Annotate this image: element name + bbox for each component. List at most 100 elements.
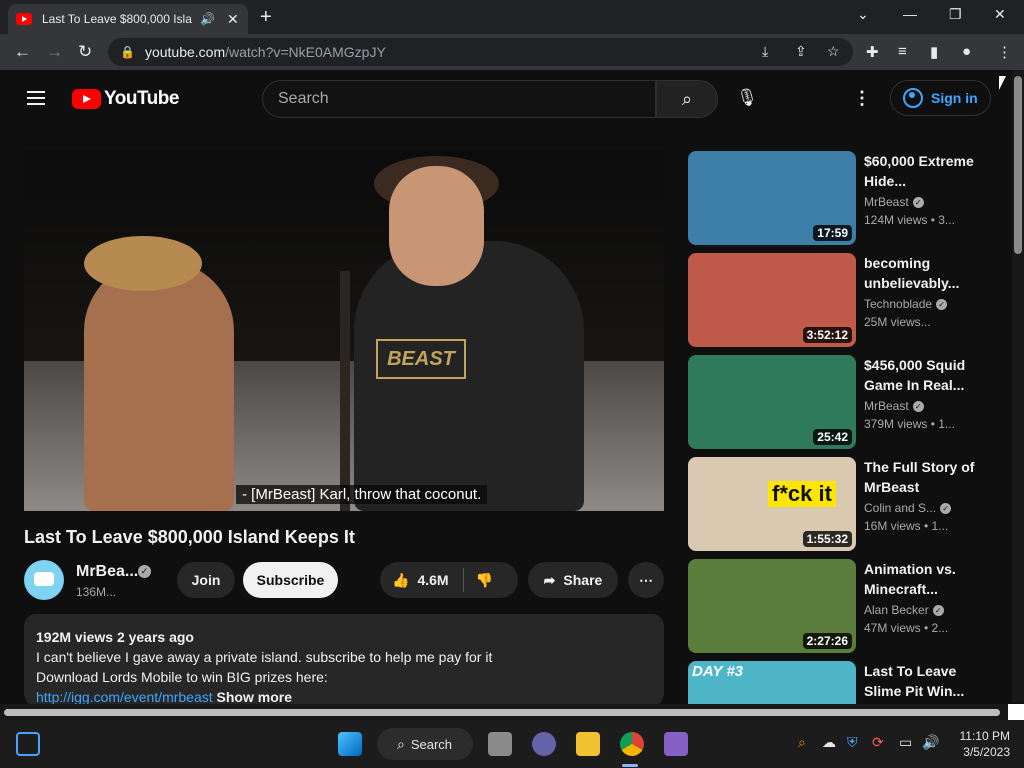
recommendation-item[interactable]: 2:27:26 Animation vs. Minecraft... Alan Be… bbox=[688, 559, 988, 653]
verified-badge-icon: ✓ bbox=[138, 565, 151, 578]
description-box[interactable]: 192M views 2 years ago I can't believe I… bbox=[24, 614, 664, 706]
file-explorer-icon[interactable] bbox=[576, 732, 600, 756]
reload-icon[interactable]: ↻ bbox=[78, 42, 92, 62]
cloud-tray-icon[interactable]: ☁ bbox=[822, 734, 836, 751]
sign-in-button[interactable]: Sign in bbox=[890, 80, 991, 116]
windows-taskbar: ⌕ Search ⌕ ☁ ⛨ ⟳ ▭ 🔊 11:10 PM 3/5/2023 bbox=[0, 720, 1024, 768]
visual-studio-icon[interactable] bbox=[664, 732, 688, 756]
verified-badge-icon: ✓ bbox=[940, 503, 952, 515]
browser-menu-icon[interactable]: ⋮ bbox=[997, 43, 1012, 61]
search-tray-icon[interactable]: ⌕ bbox=[798, 734, 806, 751]
sync-tray-icon[interactable]: ⟳ bbox=[872, 734, 884, 751]
recommendation-channel[interactable]: Alan Becker ✓ bbox=[864, 603, 944, 617]
horizontal-scrollbar-thumb[interactable] bbox=[4, 709, 1000, 716]
recommendation-item[interactable]: 3:52:12 becoming unbelievably... Technobla… bbox=[688, 253, 988, 347]
windows-start-icon[interactable] bbox=[338, 732, 362, 756]
subscribe-button[interactable]: Subscribe bbox=[243, 562, 338, 598]
video-title: Last To Leave $800,000 Island Keeps It bbox=[24, 527, 355, 547]
close-tab-icon[interactable]: ✕ bbox=[227, 11, 239, 28]
clock-date: 3/5/2023 bbox=[963, 745, 1010, 759]
speaker-icon[interactable]: 🔊 bbox=[200, 12, 215, 26]
recommendation-title[interactable]: Last To Leave Slime Pit Win... bbox=[864, 661, 984, 701]
vertical-scrollbar-thumb[interactable] bbox=[1014, 76, 1022, 254]
maximize-icon[interactable]: ❐ bbox=[949, 6, 962, 23]
recommendation-channel[interactable]: Colin and S... ✓ bbox=[864, 501, 952, 515]
install-app-icon[interactable]: ⤓ bbox=[762, 43, 768, 60]
extensions-icon[interactable]: ✚ bbox=[866, 43, 879, 61]
recommendation-item[interactable]: 25:42 $456,000 Squid Game In Real... MrBea… bbox=[688, 355, 988, 449]
recommendation-title[interactable]: The Full Story of MrBeast bbox=[864, 457, 984, 497]
tab-search-chevron-icon[interactable]: ⌄ bbox=[857, 6, 869, 23]
display-tray-icon[interactable]: ▭ bbox=[899, 734, 912, 751]
address-bar[interactable]: 🔒 youtube.com /watch?v=NkE0AMGzpJY bbox=[108, 38, 853, 66]
recommendation-item[interactable]: 17:59 $60,000 Extreme Hide... MrBeast ✓ 124M… bbox=[688, 151, 988, 245]
share-page-icon[interactable]: ⇪ bbox=[795, 43, 807, 60]
account-icon bbox=[903, 88, 923, 108]
voice-search-button[interactable]: 🎙 bbox=[729, 80, 765, 116]
media-control-icon[interactable]: ≡ bbox=[898, 43, 907, 60]
recommendation-item[interactable]: f*ck it 1:55:32 The Full Story of MrBeast C… bbox=[688, 457, 988, 551]
new-tab-icon[interactable]: + bbox=[260, 6, 272, 29]
show-more-button[interactable]: Show more bbox=[217, 689, 292, 705]
recommendation-views: 379M views • 1... bbox=[864, 417, 955, 431]
video-frame-torch bbox=[340, 271, 350, 511]
chrome-active-indicator bbox=[622, 764, 638, 767]
teams-chat-icon[interactable] bbox=[532, 732, 556, 756]
recommendation-title[interactable]: Animation vs. Minecraft... bbox=[864, 559, 984, 599]
youtube-header: YouTube Search ⌕ 🎙 ⋮ Sign in bbox=[0, 70, 1012, 126]
horizontal-scrollbar[interactable] bbox=[0, 704, 1024, 720]
recommendation-channel[interactable]: Technoblade ✓ bbox=[864, 297, 948, 311]
close-window-icon[interactable]: ✕ bbox=[994, 6, 1006, 23]
youtube-logo[interactable]: YouTube bbox=[72, 88, 179, 110]
recommendation-title[interactable]: $60,000 Extreme Hide... bbox=[864, 151, 984, 191]
join-button[interactable]: Join bbox=[177, 562, 235, 598]
vertical-scrollbar[interactable] bbox=[1012, 70, 1024, 702]
lock-icon[interactable]: 🔒 bbox=[120, 45, 135, 59]
chrome-icon[interactable] bbox=[620, 732, 644, 756]
channel-name[interactable]: MrBea... bbox=[76, 563, 138, 581]
search-input[interactable]: Search bbox=[262, 80, 656, 118]
video-player[interactable]: BEAST - [MrBeast] Karl, throw that cocon… bbox=[24, 151, 664, 511]
hamburger-menu-icon[interactable] bbox=[27, 91, 45, 105]
recommendation-thumbnail[interactable]: 3:52:12 bbox=[688, 253, 856, 347]
microphone-icon: 🎙 bbox=[736, 88, 758, 107]
search-button[interactable]: ⌕ bbox=[656, 80, 718, 118]
recommendation-thumbnail[interactable]: 25:42 bbox=[688, 355, 856, 449]
back-icon[interactable]: ← bbox=[14, 42, 31, 62]
recommendation-views: 47M views • 2... bbox=[864, 621, 949, 635]
scrollbar-corner bbox=[1008, 704, 1024, 720]
bookmark-star-icon[interactable]: ☆ bbox=[827, 43, 840, 60]
like-count[interactable]: 4.6M bbox=[417, 572, 448, 588]
video-duration-badge: 17:59 bbox=[813, 225, 852, 241]
thumbnail-overlay-text: DAY #3 bbox=[692, 663, 744, 680]
taskbar-clock[interactable]: 11:10 PM 3/5/2023 bbox=[950, 728, 1010, 760]
settings-kebab-icon[interactable]: ⋮ bbox=[853, 88, 871, 109]
recommendation-thumbnail[interactable]: 2:27:26 bbox=[688, 559, 856, 653]
taskbar-search[interactable]: ⌕ Search bbox=[377, 728, 473, 760]
recommendation-title[interactable]: becoming unbelievably... bbox=[864, 253, 984, 293]
recommendation-channel[interactable]: MrBeast ✓ bbox=[864, 195, 924, 209]
more-horizontal-icon: ⋯ bbox=[639, 571, 653, 588]
volume-tray-icon[interactable]: 🔊 bbox=[922, 734, 939, 751]
dislike-icon[interactable]: 👎 bbox=[476, 572, 493, 589]
recommendation-title[interactable]: $456,000 Squid Game In Real... bbox=[864, 355, 984, 395]
profile-icon[interactable]: ● bbox=[962, 43, 971, 60]
recommendation-views: 124M views • 3... bbox=[864, 213, 955, 227]
browser-tab[interactable]: Last To Leave $800,000 Island Keeps It 🔊… bbox=[8, 4, 248, 34]
more-actions-button[interactable]: ⋯ bbox=[628, 562, 664, 598]
description-link[interactable]: http://igg.com/event/mrbeast bbox=[36, 689, 213, 705]
recommendation-thumbnail[interactable]: f*ck it 1:55:32 bbox=[688, 457, 856, 551]
widgets-icon[interactable] bbox=[16, 732, 40, 756]
task-view-icon[interactable] bbox=[488, 732, 512, 756]
share-button[interactable]: ➦ Share bbox=[528, 562, 618, 598]
minimize-icon[interactable]: — bbox=[903, 6, 917, 22]
like-icon[interactable]: 👍 bbox=[392, 572, 409, 589]
recommendation-thumbnail[interactable]: 17:59 bbox=[688, 151, 856, 245]
side-panel-icon[interactable]: ▮ bbox=[930, 43, 938, 61]
forward-icon[interactable]: → bbox=[46, 42, 63, 62]
security-tray-icon[interactable]: ⛨ bbox=[847, 734, 858, 751]
video-caption: - [MrBeast] Karl, throw that coconut. bbox=[236, 485, 488, 504]
verified-badge-icon: ✓ bbox=[932, 605, 944, 617]
recommendation-channel[interactable]: MrBeast ✓ bbox=[864, 399, 924, 413]
channel-avatar[interactable] bbox=[24, 560, 64, 600]
